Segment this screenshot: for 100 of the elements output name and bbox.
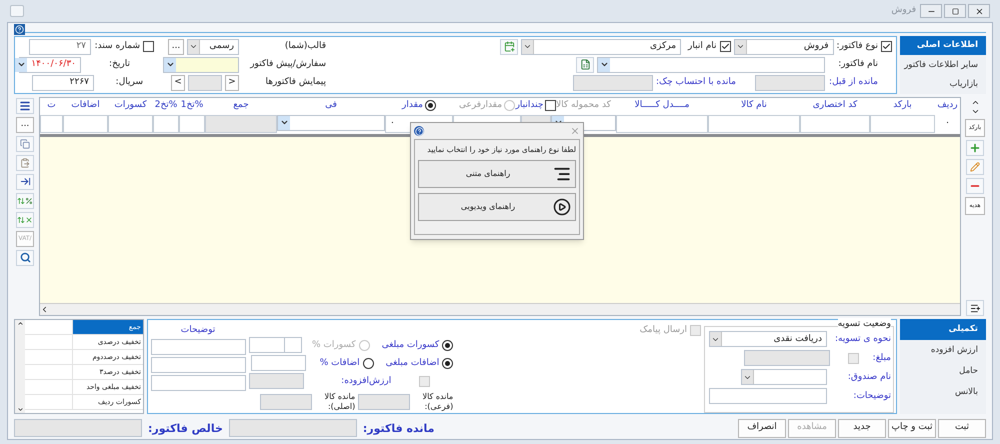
table-cell[interactable] — [153, 114, 179, 133]
input-field[interactable] — [755, 74, 825, 91]
tab[interactable]: سایر اطلاعات فاکتور — [900, 55, 986, 75]
checkbox[interactable] — [881, 41, 892, 52]
column-header: ت — [47, 100, 56, 112]
field-label: سریال: — [114, 77, 143, 88]
help-icon — [414, 126, 424, 136]
table-cell[interactable] — [108, 114, 153, 133]
tab[interactable]: بازاریاب — [900, 74, 986, 94]
close-icon[interactable] — [570, 126, 580, 136]
tab[interactable]: بالانس — [900, 382, 986, 404]
cross-arrows-icon[interactable] — [16, 212, 34, 228]
table-cell[interactable] — [708, 114, 800, 133]
input-field[interactable] — [260, 394, 312, 410]
dropdown[interactable]: رسمی — [187, 38, 239, 55]
dropdown[interactable]: فروش — [734, 38, 834, 55]
input-field[interactable] — [744, 350, 830, 366]
square-icon — [952, 8, 958, 14]
more-button[interactable]: ... — [168, 38, 184, 55]
input-field[interactable]: ۲۲۶۷ — [32, 74, 94, 91]
table-cell[interactable] — [179, 114, 205, 133]
table-cell[interactable] — [40, 114, 63, 133]
calendar-plus-icon[interactable] — [500, 38, 518, 55]
column-header: مقدارفرعی — [458, 100, 502, 112]
field-label: شماره سند: — [94, 41, 140, 52]
input-field[interactable] — [228, 419, 357, 438]
chevron-down-icon — [16, 406, 24, 414]
table-cell[interactable] — [870, 114, 935, 133]
button[interactable]: جدید — [838, 418, 886, 438]
field-label: اضافات % — [320, 358, 360, 369]
chevron-up-icon — [16, 320, 24, 328]
input-field[interactable] — [358, 394, 410, 410]
play-circle-icon — [553, 198, 571, 216]
next-button[interactable]: > — [171, 74, 185, 91]
checkbox[interactable] — [545, 100, 556, 112]
field-label: کسورات مبلغی — [382, 340, 440, 351]
vertical-scrollbar[interactable] — [15, 320, 25, 414]
tab[interactable]: تکمیلی — [900, 319, 986, 340]
column-header: جمع — [233, 100, 249, 112]
dropdown[interactable]: مرکزی — [521, 38, 682, 55]
column-header: کد محموله کالا — [556, 100, 611, 112]
window-title: فروش — [891, 4, 916, 18]
radio-button[interactable] — [442, 358, 454, 369]
field-label: توضیحات: — [852, 390, 891, 402]
pencil-icon[interactable] — [966, 158, 984, 175]
column-header: کد اختصاری — [812, 100, 858, 112]
dropdown[interactable]: دریافت نقدی — [709, 331, 827, 348]
help-option-button[interactable]: راهنمای متنی — [418, 160, 576, 188]
table-cell[interactable] — [63, 114, 108, 133]
input-field[interactable] — [250, 355, 306, 372]
button[interactable]: ثبت و چاپ — [888, 418, 936, 438]
column-header: اضافات — [71, 100, 100, 112]
column-header: ردیف — [937, 100, 958, 112]
input-field[interactable] — [14, 419, 142, 438]
input-field[interactable] — [249, 373, 304, 390]
close-icon — [974, 6, 984, 16]
help-icon[interactable] — [14, 24, 25, 35]
input-field[interactable] — [151, 357, 246, 374]
input-field[interactable] — [188, 74, 222, 91]
field-label: مبلغ: — [872, 352, 891, 364]
restore-button[interactable] — [944, 4, 966, 18]
column-header: مــــدل کـــــالا — [634, 100, 690, 112]
checkbox[interactable] — [143, 41, 154, 52]
table-cell[interactable] — [800, 114, 870, 133]
dropdown[interactable] — [741, 369, 827, 386]
checkmark-icon — [882, 42, 891, 52]
tab[interactable]: اطلاعات اصلی — [900, 36, 986, 56]
field-label: مانده کالا (فرعی): — [422, 392, 454, 412]
radio-button[interactable] — [442, 340, 454, 351]
button[interactable]: انصراف — [738, 418, 786, 438]
input-field[interactable] — [709, 388, 827, 404]
list-plus-icon[interactable] — [966, 300, 984, 316]
field-label: ارسال پیامک — [640, 324, 687, 336]
field-label: نام فاکتور: — [837, 59, 879, 70]
spreadsheet-icon[interactable] — [576, 56, 594, 73]
input-field[interactable]: ۲۷ — [29, 38, 91, 55]
close-button[interactable] — [968, 4, 990, 18]
tab[interactable]: حامل — [900, 361, 986, 382]
radio-button[interactable] — [424, 100, 436, 112]
more-button[interactable]: ... — [16, 116, 34, 133]
percent-arrows-icon[interactable] — [16, 192, 34, 209]
table-cell[interactable] — [616, 114, 708, 133]
input-field[interactable] — [572, 74, 653, 91]
input-field[interactable] — [284, 337, 302, 354]
field-label: مانده کالا (اصلی): — [324, 392, 356, 412]
button[interactable]: ثبت — [938, 418, 986, 438]
input-field[interactable] — [151, 375, 246, 392]
input-field[interactable] — [151, 339, 246, 356]
checkbox[interactable] — [720, 41, 731, 52]
plus-icon[interactable] — [966, 140, 984, 156]
copy-icon[interactable] — [16, 136, 34, 152]
horizontal-scrollbar[interactable] — [40, 303, 960, 316]
previous-button[interactable]: < — [225, 74, 239, 91]
search-icon[interactable] — [16, 250, 34, 266]
tab[interactable]: ارزش افزوده — [900, 340, 986, 362]
radio-button[interactable] — [362, 358, 374, 369]
menu-icon[interactable] — [16, 98, 34, 114]
minus-icon[interactable] — [966, 178, 984, 194]
input-field[interactable] — [249, 337, 285, 354]
help-option-button[interactable]: راهنمای ویدیویی — [418, 193, 576, 222]
